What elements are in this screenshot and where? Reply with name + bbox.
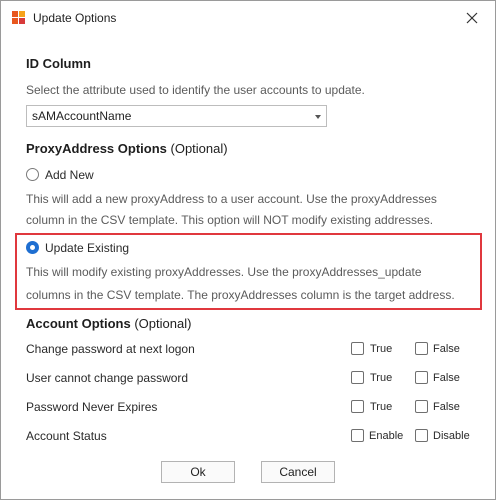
change-password-true-checkbox[interactable] xyxy=(351,342,364,355)
id-column-heading: ID Column xyxy=(26,56,91,71)
close-icon xyxy=(466,12,478,24)
account-options-title: Account Options xyxy=(26,316,131,331)
change-password-true-label: True xyxy=(370,343,393,355)
add-new-help-line-1: This will add a new proxyAddress to a us… xyxy=(26,192,437,206)
add-new-label: Add New xyxy=(45,168,94,182)
update-existing-radio-button[interactable] xyxy=(26,241,39,254)
title-bar: Update Options xyxy=(1,1,495,35)
proxy-options-optional: (Optional) xyxy=(170,141,228,156)
window-title: Update Options xyxy=(33,11,117,25)
update-existing-help-line-2: columns in the CSV template. The proxyAd… xyxy=(26,288,455,302)
account-options-optional: (Optional) xyxy=(134,316,192,331)
update-existing-help-line-1: This will modify existing proxyAddresses… xyxy=(26,265,422,279)
account-status-enable-checkbox[interactable] xyxy=(351,429,364,442)
cancel-button[interactable]: Cancel xyxy=(261,461,335,483)
id-column-help: Select the attribute used to identify th… xyxy=(26,83,365,97)
account-status-disable-label: Disable xyxy=(433,430,470,442)
update-existing-label: Update Existing xyxy=(45,241,130,255)
change-password-false-checkbox[interactable] xyxy=(415,342,428,355)
change-password-label: Change password at next logon xyxy=(26,342,195,356)
id-attribute-dropdown[interactable]: sAMAccountName xyxy=(26,105,327,127)
password-never-expires-false-checkbox[interactable] xyxy=(415,400,428,413)
password-never-expires-label: Password Never Expires xyxy=(26,400,158,414)
account-status-enable-label: Enable xyxy=(369,430,404,442)
cannot-change-password-false-checkbox[interactable] xyxy=(415,371,428,384)
chevron-down-icon xyxy=(315,115,321,119)
password-never-expires-true-label: True xyxy=(370,401,393,413)
cannot-change-password-true-label: True xyxy=(370,372,393,384)
cannot-change-password-true-checkbox[interactable] xyxy=(351,371,364,384)
password-never-expires-true-checkbox[interactable] xyxy=(351,400,364,413)
ok-button[interactable]: Ok xyxy=(161,461,235,483)
close-button[interactable] xyxy=(458,5,486,31)
account-status-disable-checkbox[interactable] xyxy=(415,429,428,442)
proxy-options-title: ProxyAddress Options xyxy=(26,141,167,156)
change-password-false-label: False xyxy=(433,343,460,355)
proxy-options-heading: ProxyAddress Options (Optional) xyxy=(26,141,228,156)
add-new-help-line-2: column in the CSV template. This option … xyxy=(26,213,434,227)
account-status-label: Account Status xyxy=(26,429,107,443)
account-options-heading: Account Options (Optional) xyxy=(26,316,191,331)
add-new-radio-button[interactable] xyxy=(26,168,39,181)
cannot-change-password-false-label: False xyxy=(433,372,460,384)
app-logo-icon xyxy=(12,11,26,25)
cannot-change-password-label: User cannot change password xyxy=(26,371,189,385)
password-never-expires-false-label: False xyxy=(433,401,460,413)
id-attribute-value: sAMAccountName xyxy=(32,109,132,123)
update-options-dialog: Update Options ID Column Select the attr… xyxy=(0,0,496,500)
